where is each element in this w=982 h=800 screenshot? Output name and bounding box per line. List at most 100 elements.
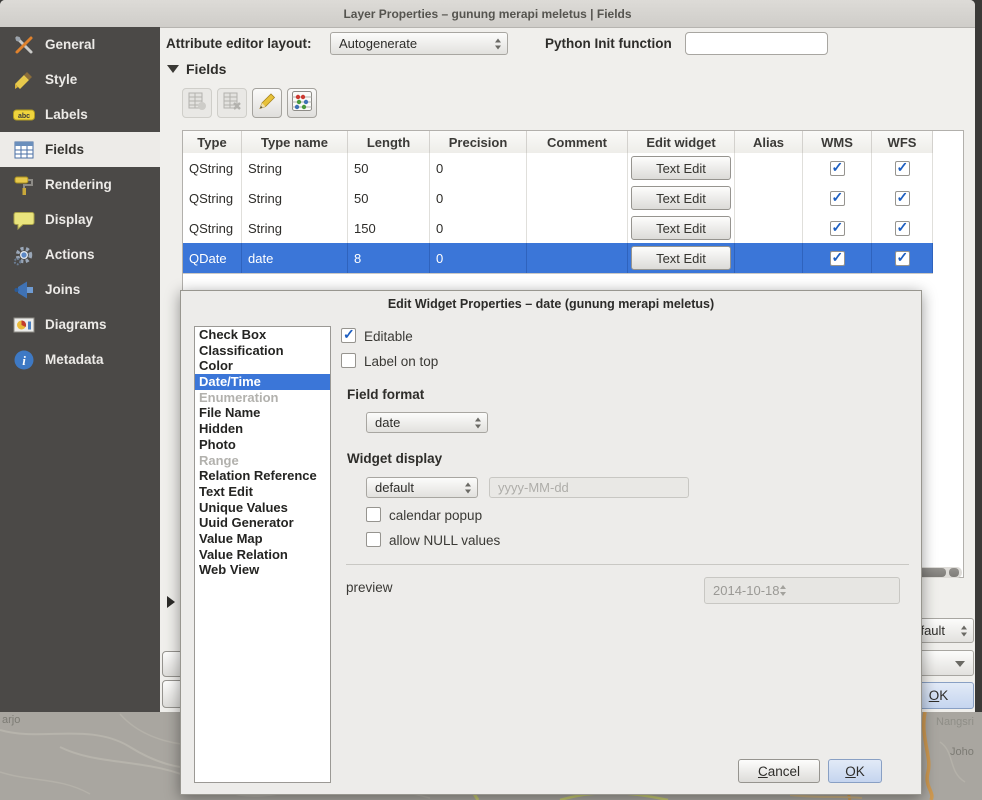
cell-wfs bbox=[872, 213, 933, 243]
wfs-checkbox[interactable] bbox=[895, 221, 910, 236]
cell-length: 8 bbox=[348, 243, 430, 273]
editable-label: Editable bbox=[364, 329, 413, 344]
wms-checkbox[interactable] bbox=[830, 191, 845, 206]
text-edit-button[interactable]: Text Edit bbox=[631, 246, 731, 270]
sidebar-item-actions[interactable]: Actions bbox=[0, 237, 160, 272]
sidebar-item-labels[interactable]: abcLabels bbox=[0, 97, 160, 132]
sidebar-item-label: Diagrams bbox=[45, 317, 107, 332]
column-header-alias[interactable]: Alias bbox=[735, 131, 803, 153]
widget-type-value-relation[interactable]: Value Relation bbox=[195, 547, 330, 563]
widget-type-check-box[interactable]: Check Box bbox=[195, 327, 330, 343]
preview-label: preview bbox=[346, 580, 393, 595]
text-edit-button[interactable]: Text Edit bbox=[631, 216, 731, 240]
column-header-precision[interactable]: Precision bbox=[430, 131, 527, 153]
wfs-checkbox[interactable] bbox=[895, 191, 910, 206]
window-titlebar[interactable]: Layer Properties – gunung merapi meletus… bbox=[0, 0, 975, 28]
column-header-type-name[interactable]: Type name bbox=[242, 131, 348, 153]
collapse-arrow-icon[interactable] bbox=[167, 65, 179, 73]
brush-icon bbox=[13, 69, 35, 91]
field-format-label: Field format bbox=[347, 387, 424, 402]
widget-type-color[interactable]: Color bbox=[195, 358, 330, 374]
svg-text:abc: abc bbox=[18, 113, 30, 120]
column-header-wms[interactable]: WMS bbox=[803, 131, 872, 153]
label-on-top-label: Label on top bbox=[364, 354, 438, 369]
wms-checkbox[interactable] bbox=[830, 161, 845, 176]
cancel-button[interactable]: Cancel bbox=[738, 759, 820, 783]
table-row[interactable]: QStringString500Text Edit bbox=[183, 183, 933, 214]
labels-icon: abc bbox=[13, 104, 35, 126]
scrollbar-knob[interactable] bbox=[949, 568, 959, 577]
column-header-edit-widget[interactable]: Edit widget bbox=[628, 131, 735, 153]
widget-type-text-edit[interactable]: Text Edit bbox=[195, 484, 330, 500]
spinner-arrows-icon[interactable] bbox=[465, 482, 471, 493]
label-on-top-checkbox[interactable] bbox=[341, 353, 356, 368]
widget-type-date-time[interactable]: Date/Time bbox=[195, 374, 330, 390]
delete-column-button[interactable] bbox=[217, 88, 247, 118]
map-place-label: arjo bbox=[2, 714, 20, 726]
diagram-icon bbox=[13, 314, 35, 336]
preview-spinbox[interactable]: 2014-10-18 bbox=[704, 577, 900, 604]
cell-type-name: String bbox=[242, 183, 348, 213]
column-header-wfs[interactable]: WFS bbox=[872, 131, 933, 153]
attribute-editor-layout-combo[interactable]: Autogenerate bbox=[330, 32, 508, 55]
svg-text:i: i bbox=[22, 353, 26, 368]
table-row[interactable]: QStringString500Text Edit bbox=[183, 153, 933, 184]
python-init-function-input[interactable] bbox=[685, 32, 828, 55]
wms-checkbox[interactable] bbox=[830, 221, 845, 236]
cell-edit-widget: Text Edit bbox=[628, 213, 735, 243]
editable-checkbox[interactable] bbox=[341, 328, 356, 343]
cell-alias bbox=[735, 183, 803, 213]
widget-type-hidden[interactable]: Hidden bbox=[195, 421, 330, 437]
fields-group-label: Fields bbox=[186, 61, 226, 77]
column-header-comment[interactable]: Comment bbox=[527, 131, 628, 153]
table-row[interactable]: QStringString1500Text Edit bbox=[183, 213, 933, 244]
field-calculator-button[interactable] bbox=[287, 88, 317, 118]
sidebar-item-display[interactable]: Display bbox=[0, 202, 160, 237]
widget-display-value: default bbox=[375, 480, 414, 495]
date-format-input[interactable]: yyyy-MM-dd bbox=[489, 477, 689, 498]
field-format-combo[interactable]: date bbox=[366, 412, 488, 433]
column-header-length[interactable]: Length bbox=[348, 131, 430, 153]
widget-type-file-name[interactable]: File Name bbox=[195, 405, 330, 421]
widget-type-range: Range bbox=[195, 453, 330, 469]
spinner-arrows-icon[interactable] bbox=[475, 417, 481, 428]
toggle-editing-button[interactable] bbox=[252, 88, 282, 118]
sidebar-item-metadata[interactable]: iMetadata bbox=[0, 342, 160, 377]
cell-edit-widget: Text Edit bbox=[628, 183, 735, 213]
wfs-checkbox[interactable] bbox=[895, 251, 910, 266]
preview-value: 2014-10-18 bbox=[713, 583, 780, 598]
allow-null-checkbox[interactable] bbox=[366, 532, 381, 547]
wms-checkbox[interactable] bbox=[830, 251, 845, 266]
spinner-arrows-icon[interactable] bbox=[780, 585, 786, 596]
sidebar-item-diagrams[interactable]: Diagrams bbox=[0, 307, 160, 342]
sidebar-item-joins[interactable]: Joins bbox=[0, 272, 160, 307]
text-edit-button[interactable]: Text Edit bbox=[631, 186, 731, 210]
spinner-arrows-icon[interactable] bbox=[961, 625, 967, 636]
ok-button[interactable]: OK bbox=[828, 759, 882, 783]
widget-type-relation-reference[interactable]: Relation Reference bbox=[195, 468, 330, 484]
screen: arjo Nangsri Joho Layer Properties – gun… bbox=[0, 0, 982, 800]
sidebar-item-style[interactable]: Style bbox=[0, 62, 160, 97]
widget-type-classification[interactable]: Classification bbox=[195, 343, 330, 359]
cell-precision: 0 bbox=[430, 243, 527, 273]
collapsed-group-arrow-icon[interactable] bbox=[167, 596, 175, 608]
cell-comment bbox=[527, 153, 628, 183]
separator bbox=[346, 564, 909, 565]
wfs-checkbox[interactable] bbox=[895, 161, 910, 176]
table-row[interactable]: QDatedate80Text Edit bbox=[183, 243, 933, 274]
window-title: Layer Properties – gunung merapi meletus… bbox=[343, 7, 631, 21]
new-column-button[interactable] bbox=[182, 88, 212, 118]
widget-type-photo[interactable]: Photo bbox=[195, 437, 330, 453]
widget-type-web-view[interactable]: Web View bbox=[195, 562, 330, 578]
column-header-type[interactable]: Type bbox=[183, 131, 242, 153]
spinner-arrows-icon[interactable] bbox=[495, 38, 501, 49]
widget-type-unique-values[interactable]: Unique Values bbox=[195, 500, 330, 516]
sidebar-item-fields[interactable]: Fields bbox=[0, 132, 160, 167]
widget-display-combo[interactable]: default bbox=[366, 477, 478, 498]
widget-type-value-map[interactable]: Value Map bbox=[195, 531, 330, 547]
widget-type-uuid-generator[interactable]: Uuid Generator bbox=[195, 515, 330, 531]
sidebar-item-general[interactable]: General bbox=[0, 27, 160, 62]
calendar-popup-checkbox[interactable] bbox=[366, 507, 381, 522]
text-edit-button[interactable]: Text Edit bbox=[631, 156, 731, 180]
sidebar-item-rendering[interactable]: Rendering bbox=[0, 167, 160, 202]
